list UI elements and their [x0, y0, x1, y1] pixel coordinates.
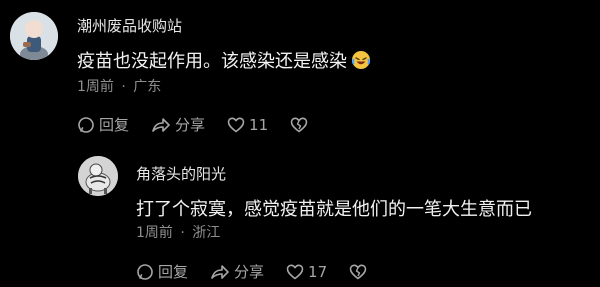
reply-label: 回复 [158, 263, 189, 281]
comment-text: 打了个寂寞，感觉疫苗就是他们的一笔大生意而已 [136, 199, 532, 220]
heart-icon [227, 117, 245, 132]
comment-text-body: 疫苗也没起作用。该感染还是感染 [77, 51, 347, 72]
comment-time: 1周前 [136, 225, 173, 241]
comment-location: 浙江 [192, 225, 221, 241]
like-button[interactable]: 17 [286, 263, 327, 281]
comment-meta: 1周前 · 广东 [77, 76, 161, 96]
avatar-animal-icon [78, 156, 118, 196]
laughing-crying-emoji-icon [351, 50, 371, 75]
share-button[interactable]: 分享 [210, 261, 264, 282]
dislike-button[interactable] [349, 263, 371, 281]
comment-actions: 回复 分享 17 [136, 261, 393, 282]
reply-item: 角落头的阳光 打了个寂寞，感觉疫苗就是他们的一笔大生意而已 1周前 · 浙江 回… [0, 140, 600, 287]
reply-bubble-icon [137, 263, 153, 280]
reply-button[interactable]: 回复 [77, 114, 129, 135]
comment-time: 1周前 [77, 79, 114, 95]
comment-author[interactable]: 角落头的阳光 [136, 163, 226, 184]
avatar-figure-icon [10, 12, 58, 60]
reply-label: 回复 [99, 116, 130, 134]
broken-heart-icon [349, 264, 367, 279]
share-label: 分享 [175, 116, 206, 134]
comment-meta: 1周前 · 浙江 [136, 222, 220, 242]
like-button[interactable]: 11 [227, 116, 268, 134]
like-count: 11 [249, 115, 269, 134]
reply-bubble-icon [78, 116, 94, 133]
meta-separator: · [180, 225, 185, 241]
share-button[interactable]: 分享 [151, 114, 205, 135]
broken-heart-icon [290, 117, 308, 132]
comment-item: 潮州废品收购站 疫苗也没起作用。该感染还是感染 1周前 · 广东 回复 分享 1… [0, 0, 600, 140]
share-arrow-icon [152, 117, 170, 132]
share-arrow-icon [211, 264, 229, 279]
avatar[interactable] [10, 12, 58, 60]
comment-text: 疫苗也没起作用。该感染还是感染 [77, 47, 371, 75]
comment-location: 广东 [133, 79, 162, 95]
comment-actions: 回复 分享 11 [77, 114, 334, 135]
dislike-button[interactable] [290, 116, 312, 134]
meta-separator: · [121, 79, 126, 95]
like-count: 17 [308, 262, 328, 281]
heart-icon [286, 264, 304, 279]
reply-button[interactable]: 回复 [136, 261, 188, 282]
comment-author[interactable]: 潮州废品收购站 [77, 15, 182, 36]
avatar[interactable] [78, 156, 118, 196]
share-label: 分享 [234, 263, 265, 281]
